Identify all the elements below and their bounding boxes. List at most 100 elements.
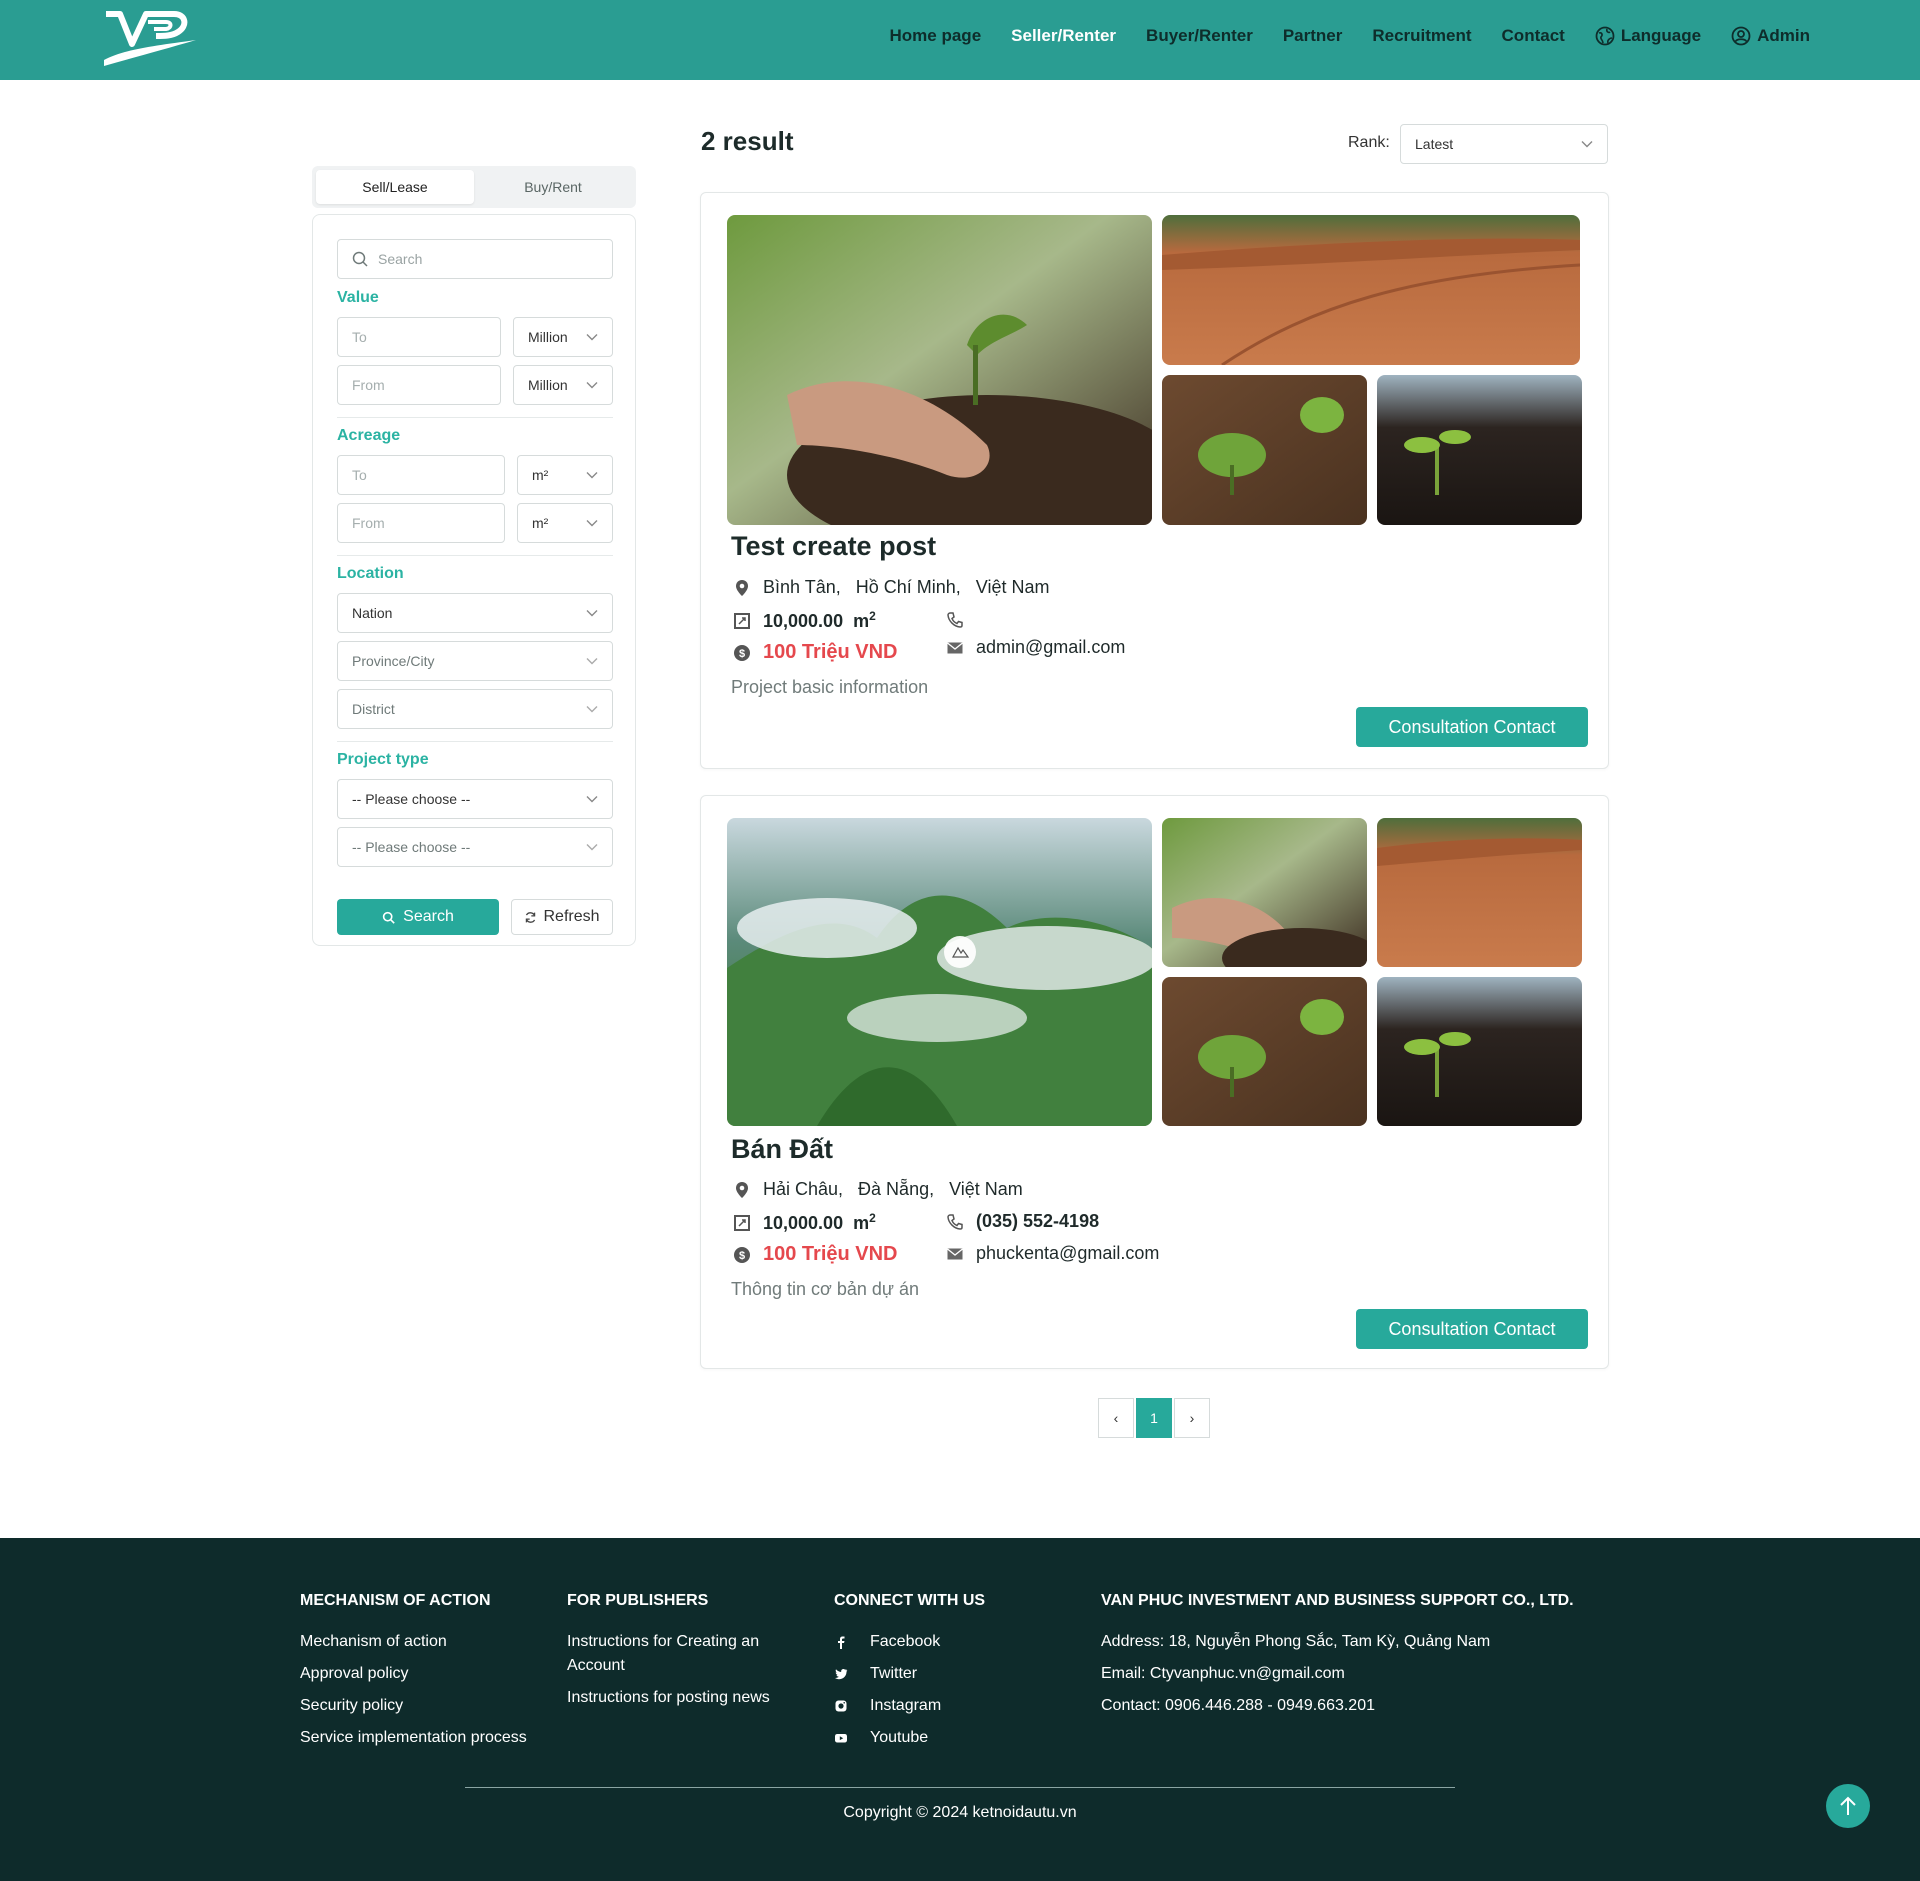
value-from-input[interactable]: From — [337, 365, 501, 405]
facebook-link[interactable]: Facebook — [834, 1630, 985, 1654]
listing-area-unit: m — [853, 611, 870, 631]
listing-thumb-image[interactable] — [1162, 977, 1367, 1126]
map-pin-icon — [736, 1181, 748, 1198]
listing-location-text: Bình Tân, Hồ Chí Minh, Việt Nam — [763, 577, 1050, 597]
phone-icon — [947, 1213, 963, 1230]
footer-link[interactable]: Approval policy — [300, 1662, 527, 1686]
footer-link[interactable]: Mechanism of action — [300, 1630, 527, 1654]
project-subtype-select[interactable]: -- Please choose -- — [337, 827, 613, 867]
nav-contact[interactable]: Contact — [1502, 26, 1565, 46]
nation-select-label: Nation — [352, 605, 393, 621]
chevron-down-icon — [586, 796, 598, 803]
result-count: 2 result — [701, 126, 794, 156]
value-to-unit-select[interactable]: Million — [513, 317, 613, 357]
chevron-down-icon — [586, 844, 598, 851]
vp-logo[interactable] — [102, 10, 198, 66]
footer-col-company: VAN PHUC INVESTMENT AND BUSINESS SUPPORT… — [1101, 1592, 1574, 1726]
listing-area-value: 10,000.00 — [763, 611, 844, 631]
acreage-from-unit-select[interactable]: m² — [517, 503, 613, 543]
nav-admin-label: Admin — [1757, 26, 1810, 45]
nav-home[interactable]: Home page — [890, 26, 982, 46]
listing-title[interactable]: Test create post — [731, 531, 936, 562]
province-select[interactable]: Province/City — [337, 641, 613, 681]
main-nav: Home page Seller/Renter Buyer/Renter Par… — [890, 0, 1810, 72]
search-input[interactable]: Search — [337, 239, 613, 279]
listing-thumb-image[interactable] — [1377, 375, 1582, 525]
divider — [337, 555, 613, 556]
search-button[interactable]: Search — [337, 899, 499, 935]
acreage-to-unit-select[interactable]: m² — [517, 455, 613, 495]
top-navbar: Home page Seller/Renter Buyer/Renter Par… — [0, 0, 1920, 80]
listing-thumb-image[interactable] — [1162, 375, 1367, 525]
consultation-contact-button[interactable]: Consultation Contact — [1356, 707, 1588, 747]
listing-main-image[interactable] — [727, 215, 1152, 525]
company-email[interactable]: Email: Ctyvanphuc.vn@gmail.com — [1101, 1662, 1574, 1686]
nav-admin[interactable]: Admin — [1731, 26, 1810, 46]
listing-type-tabs: Sell/Lease Buy/Rent — [312, 166, 636, 208]
svg-text:$: $ — [739, 1250, 745, 1262]
listing-title[interactable]: Bán Đất — [731, 1134, 833, 1165]
divider — [337, 741, 613, 742]
project-type-select-label: -- Please choose -- — [352, 791, 471, 807]
chevron-down-icon — [586, 472, 598, 479]
twitter-link[interactable]: Twitter — [834, 1662, 985, 1686]
nav-language-label: Language — [1620, 26, 1702, 45]
listing-main-image[interactable] — [727, 818, 1152, 1126]
province-select-label: Province/City — [352, 653, 435, 669]
chevron-down-icon — [586, 706, 598, 713]
pagination-prev-button[interactable]: ‹ — [1098, 1398, 1134, 1438]
nav-buyer-renter[interactable]: Buyer/Renter — [1146, 26, 1253, 46]
rank-select[interactable]: Latest — [1400, 124, 1608, 164]
company-address: Address: 18, Nguyễn Phong Sắc, Tam Kỳ, Q… — [1101, 1633, 1491, 1650]
district-select[interactable]: District — [337, 689, 613, 729]
listing-card[interactable]: Test create post Bình Tân, Hồ Chí Minh, … — [700, 192, 1609, 769]
project-type-select[interactable]: -- Please choose -- — [337, 779, 613, 819]
listing-price-text: 100 Triệu VND — [763, 1243, 898, 1265]
nav-contact-label: Contact — [1501, 26, 1565, 45]
tab-sell-lease[interactable]: Sell/Lease — [316, 170, 474, 204]
search-icon — [382, 911, 395, 924]
back-to-top-button[interactable] — [1826, 1784, 1870, 1828]
listing-card[interactable]: Bán Đất Hải Châu, Đà Nẵng, Việt Nam 10,0… — [700, 795, 1609, 1369]
chevron-down-icon — [586, 382, 598, 389]
footer-link[interactable]: Instructions for Creating an Account — [567, 1630, 807, 1678]
listing-email: admin@gmail.com — [946, 637, 1125, 658]
pagination-next-button[interactable]: › — [1174, 1398, 1210, 1438]
value-from-unit-select[interactable]: Million — [513, 365, 613, 405]
acreage-from-unit-label: m² — [532, 515, 549, 531]
instagram-link[interactable]: Instagram — [834, 1694, 985, 1718]
nav-partner[interactable]: Partner — [1283, 26, 1343, 46]
nav-recruitment[interactable]: Recruitment — [1372, 26, 1471, 46]
listing-phone-text: (035) 552-4198 — [976, 1211, 1100, 1231]
listing-thumb-image[interactable] — [1377, 818, 1582, 967]
acreage-to-input[interactable]: To — [337, 455, 505, 495]
consultation-contact-button[interactable]: Consultation Contact — [1356, 1309, 1588, 1349]
nav-home-label: Home page — [889, 26, 982, 45]
listing-area: 10,000.00 m2 — [733, 609, 876, 632]
nation-select[interactable]: Nation — [337, 593, 613, 633]
footer-link[interactable]: Instructions for posting news — [567, 1686, 807, 1710]
nav-partner-label: Partner — [1282, 26, 1343, 45]
company-contact[interactable]: Contact: 0906.446.288 - 0949.663.201 — [1101, 1694, 1574, 1718]
nav-language[interactable]: Language — [1595, 26, 1701, 46]
chevron-down-icon — [586, 334, 598, 341]
footer-link[interactable]: Service implementation process — [300, 1726, 527, 1750]
location-label: Location — [337, 565, 404, 582]
listing-thumb-image[interactable] — [1377, 977, 1582, 1126]
nav-seller-renter[interactable]: Seller/Renter — [1011, 26, 1116, 46]
acreage-from-input[interactable]: From — [337, 503, 505, 543]
youtube-link[interactable]: Youtube — [834, 1726, 985, 1750]
listing-thumb-image[interactable] — [1162, 818, 1367, 967]
district-select-label: District — [352, 701, 395, 717]
value-to-input[interactable]: To — [337, 317, 501, 357]
tab-buy-rent[interactable]: Buy/Rent — [474, 170, 632, 204]
svg-text:$: $ — [739, 648, 745, 660]
listing-location-text: Hải Châu, Đà Nẵng, Việt Nam — [763, 1179, 1023, 1199]
listing-phone: (035) 552-4198 — [946, 1211, 1099, 1232]
listing-area-text: 10,000.00 m2 — [763, 609, 876, 632]
footer-link[interactable]: Security policy — [300, 1694, 527, 1718]
listing-thumb-image[interactable] — [1162, 215, 1580, 365]
footer-col-title: MECHANISM OF ACTION — [300, 1592, 491, 1609]
pagination-page-1[interactable]: 1 — [1136, 1398, 1172, 1438]
refresh-button[interactable]: Refresh — [511, 899, 613, 935]
